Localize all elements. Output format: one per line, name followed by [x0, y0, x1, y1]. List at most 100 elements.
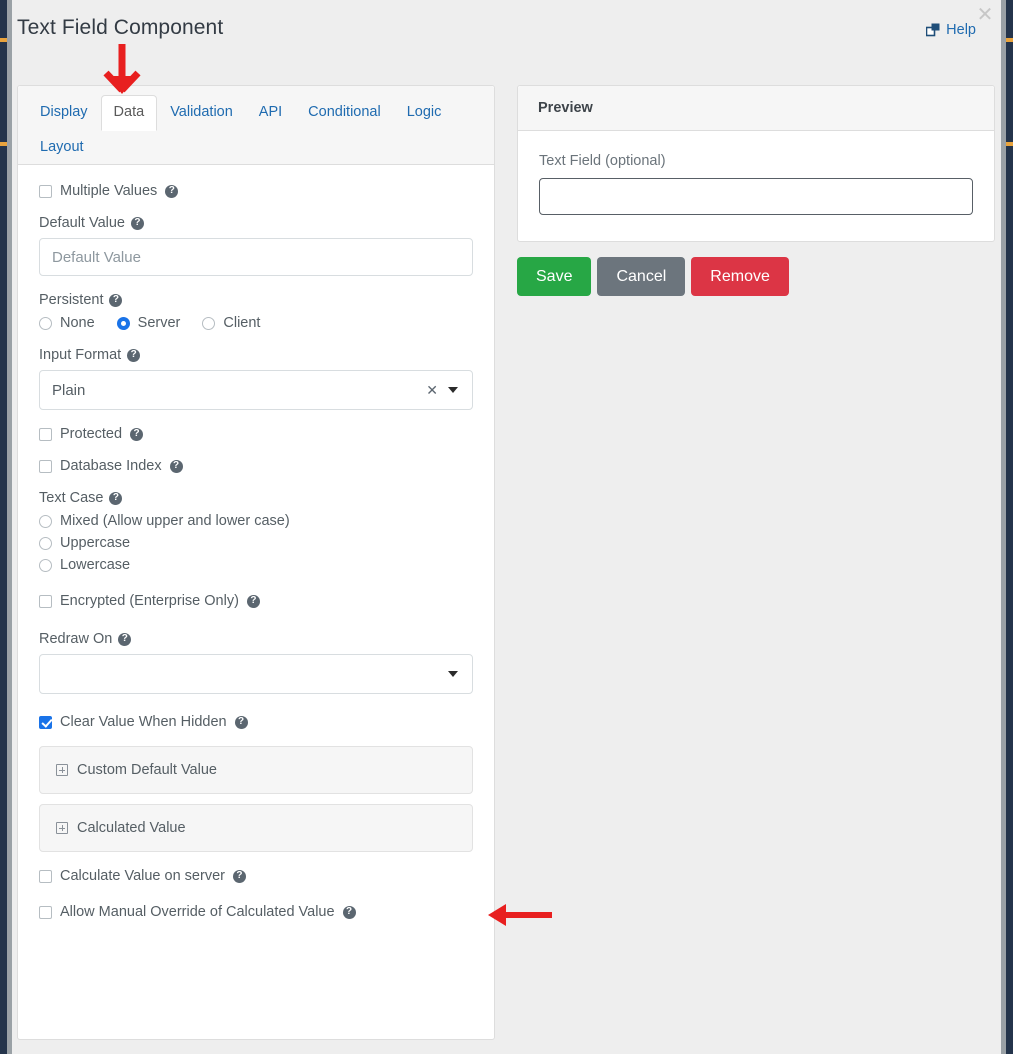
settings-column: Display Data Validation API Conditional …: [17, 85, 495, 1044]
expand-plus-icon[interactable]: [56, 822, 68, 835]
encrypted-label[interactable]: Encrypted (Enterprise Only): [60, 593, 239, 609]
text-case-lowercase-label[interactable]: Lowercase: [60, 557, 130, 573]
redraw-on-field: Redraw On ?: [39, 631, 473, 695]
preview-field-label: Text Field (optional): [539, 153, 666, 169]
custom-default-value-panel-header[interactable]: Custom Default Value: [40, 747, 472, 793]
tab-logic[interactable]: Logic: [394, 95, 455, 131]
chevron-down-icon[interactable]: [448, 387, 458, 394]
protected-label[interactable]: Protected: [60, 426, 122, 442]
close-icon[interactable]: ✕: [974, 4, 996, 26]
help-link[interactable]: Help: [925, 22, 976, 38]
cancel-button[interactable]: Cancel: [597, 257, 686, 297]
persistent-client-label[interactable]: Client: [223, 315, 260, 331]
tab-display[interactable]: Display: [27, 95, 101, 131]
persistent-label: Persistent: [39, 292, 104, 309]
question-mark-icon[interactable]: ?: [109, 491, 123, 505]
input-format-value: Plain: [52, 381, 86, 399]
data-tab-panel: Multiple Values ? Default Value ? Defaul…: [18, 165, 494, 954]
settings-tabs: Display Data Validation API Conditional …: [18, 86, 494, 166]
multiple-values-label[interactable]: Multiple Values: [60, 183, 157, 199]
persistent-none-radio[interactable]: [39, 316, 52, 330]
preview-body: Text Field (optional): [518, 131, 994, 241]
question-mark-icon[interactable]: ?: [130, 427, 144, 441]
text-case-option-uppercase: Uppercase: [39, 535, 473, 551]
app-chrome-left-edge: [0, 0, 7, 1054]
database-index-checkbox[interactable]: [39, 459, 52, 473]
text-case-lowercase-radio[interactable]: [39, 558, 52, 572]
question-mark-icon[interactable]: ?: [130, 216, 144, 230]
custom-default-value-panel-label: Custom Default Value: [77, 762, 217, 779]
encrypted-row: Encrypted (Enterprise Only) ?: [39, 593, 473, 609]
text-case-field: Text Case ? Mixed (Allow upper and lower…: [39, 490, 473, 573]
question-mark-icon[interactable]: ?: [127, 348, 141, 362]
clear-value-when-hidden-label[interactable]: Clear Value When Hidden: [60, 714, 227, 730]
persistent-server-label[interactable]: Server: [138, 315, 181, 331]
redraw-on-label-row: Redraw On ?: [39, 631, 473, 647]
text-case-radio-group: Mixed (Allow upper and lower case) Upper…: [39, 513, 473, 573]
text-case-uppercase-radio[interactable]: [39, 536, 52, 550]
text-case-option-mixed: Mixed (Allow upper and lower case): [39, 513, 473, 529]
persistent-option-none: None: [39, 315, 95, 331]
text-case-label-row: Text Case ?: [39, 490, 473, 506]
text-case-mixed-radio[interactable]: [39, 514, 52, 528]
calculated-value-panel-header[interactable]: Calculated Value: [40, 805, 472, 851]
expand-plus-icon[interactable]: [56, 764, 68, 777]
app-chrome-right-gutter: [1001, 0, 1006, 1054]
tab-api[interactable]: API: [246, 95, 295, 131]
clear-x-icon[interactable]: ✕: [420, 383, 444, 397]
calculate-value-on-server-row: Calculate Value on server ?: [39, 868, 473, 884]
allow-manual-override-label[interactable]: Allow Manual Override of Calculated Valu…: [60, 904, 335, 920]
question-mark-icon[interactable]: ?: [234, 715, 248, 729]
remove-button[interactable]: Remove: [691, 257, 789, 297]
app-chrome-right-edge: [1006, 0, 1013, 1054]
clear-value-when-hidden-checkbox[interactable]: [39, 715, 52, 729]
action-buttons: Save Cancel Remove: [517, 257, 995, 297]
preview-text-input[interactable]: [539, 178, 973, 215]
question-mark-icon[interactable]: ?: [109, 293, 123, 307]
tab-data[interactable]: Data: [100, 95, 158, 131]
question-mark-icon[interactable]: ?: [232, 869, 246, 883]
persistent-server-radio[interactable]: [116, 316, 130, 330]
component-settings-modal: Text Field Component Help ✕ Display Data: [0, 0, 1013, 1054]
allow-manual-override-row: Allow Manual Override of Calculated Valu…: [39, 904, 473, 920]
tab-validation[interactable]: Validation: [157, 95, 246, 131]
tab-conditional[interactable]: Conditional: [295, 95, 394, 131]
preview-title: Preview: [518, 86, 994, 131]
default-value-input[interactable]: [39, 238, 473, 277]
tab-layout[interactable]: Layout: [27, 130, 97, 166]
question-mark-icon[interactable]: ?: [246, 594, 260, 608]
default-value-label-row: Default Value ?: [39, 215, 473, 231]
text-case-option-lowercase: Lowercase: [39, 557, 473, 573]
calculated-value-panel[interactable]: Calculated Value: [39, 804, 473, 853]
database-index-label[interactable]: Database Index: [60, 458, 162, 474]
allow-manual-override-checkbox[interactable]: [39, 905, 52, 919]
persistent-none-label[interactable]: None: [60, 315, 95, 331]
text-case-uppercase-label[interactable]: Uppercase: [60, 535, 130, 551]
external-window-icon: [925, 23, 941, 37]
modal-header: Text Field Component Help ✕: [12, 0, 1001, 72]
input-format-field: Input Format ? Plain ✕: [39, 347, 473, 411]
redraw-on-select[interactable]: [39, 654, 473, 695]
persistent-client-radio[interactable]: [202, 316, 216, 330]
calculate-value-on-server-checkbox[interactable]: [39, 869, 52, 883]
preview-card: Preview Text Field (optional): [517, 85, 995, 242]
question-mark-icon[interactable]: ?: [118, 632, 132, 646]
question-mark-icon[interactable]: ?: [342, 905, 356, 919]
chevron-down-icon[interactable]: [448, 671, 458, 678]
persistent-field: Persistent ? None Server Client: [39, 292, 473, 331]
multiple-values-checkbox[interactable]: [39, 184, 52, 198]
protected-checkbox[interactable]: [39, 427, 52, 441]
text-case-mixed-label[interactable]: Mixed (Allow upper and lower case): [60, 513, 290, 529]
save-button[interactable]: Save: [517, 257, 592, 297]
calculate-value-on-server-label[interactable]: Calculate Value on server: [60, 868, 225, 884]
question-mark-icon[interactable]: ?: [169, 459, 183, 473]
input-format-label: Input Format: [39, 347, 122, 364]
question-mark-icon[interactable]: ?: [165, 184, 179, 198]
input-format-select[interactable]: Plain ✕: [39, 370, 473, 411]
custom-default-value-panel[interactable]: Custom Default Value: [39, 746, 473, 795]
input-format-label-row: Input Format ?: [39, 347, 473, 363]
database-index-row: Database Index ?: [39, 458, 473, 474]
preview-column: Preview Text Field (optional) Save Cance…: [517, 85, 995, 297]
encrypted-checkbox[interactable]: [39, 594, 52, 608]
persistent-label-row: Persistent ?: [39, 292, 473, 308]
